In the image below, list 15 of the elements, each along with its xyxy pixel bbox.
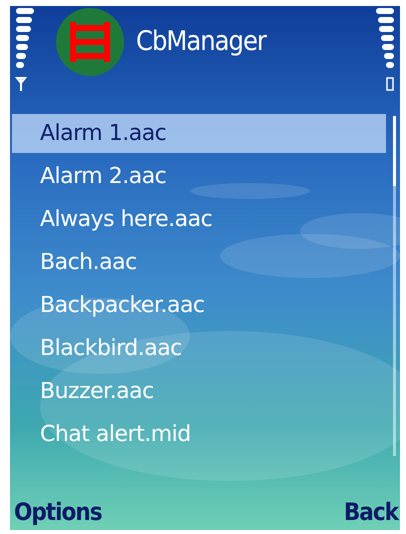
signal-strength-icon [14, 6, 34, 94]
file-list-item[interactable]: Chat alert.mid [12, 415, 386, 454]
file-list-item[interactable]: Alarm 1.aac [12, 114, 386, 153]
back-softkey[interactable]: Back [344, 498, 398, 526]
file-list-item[interactable]: Alarm 2.aac [12, 157, 386, 196]
file-list-item[interactable]: Always here.aac [12, 200, 386, 239]
file-list-item[interactable]: Blackbird.aac [12, 329, 386, 368]
file-list-item[interactable]: Backpacker.aac [12, 286, 386, 325]
options-softkey[interactable]: Options [14, 498, 102, 526]
battery-level-icon [376, 6, 396, 94]
app-title: CbManager [136, 26, 268, 57]
app-logo-icon [56, 8, 124, 76]
file-list-item[interactable]: Bach.aac [12, 243, 386, 282]
scrollbar[interactable] [393, 116, 396, 456]
file-list-item[interactable]: Buzzer.aac [12, 372, 386, 411]
